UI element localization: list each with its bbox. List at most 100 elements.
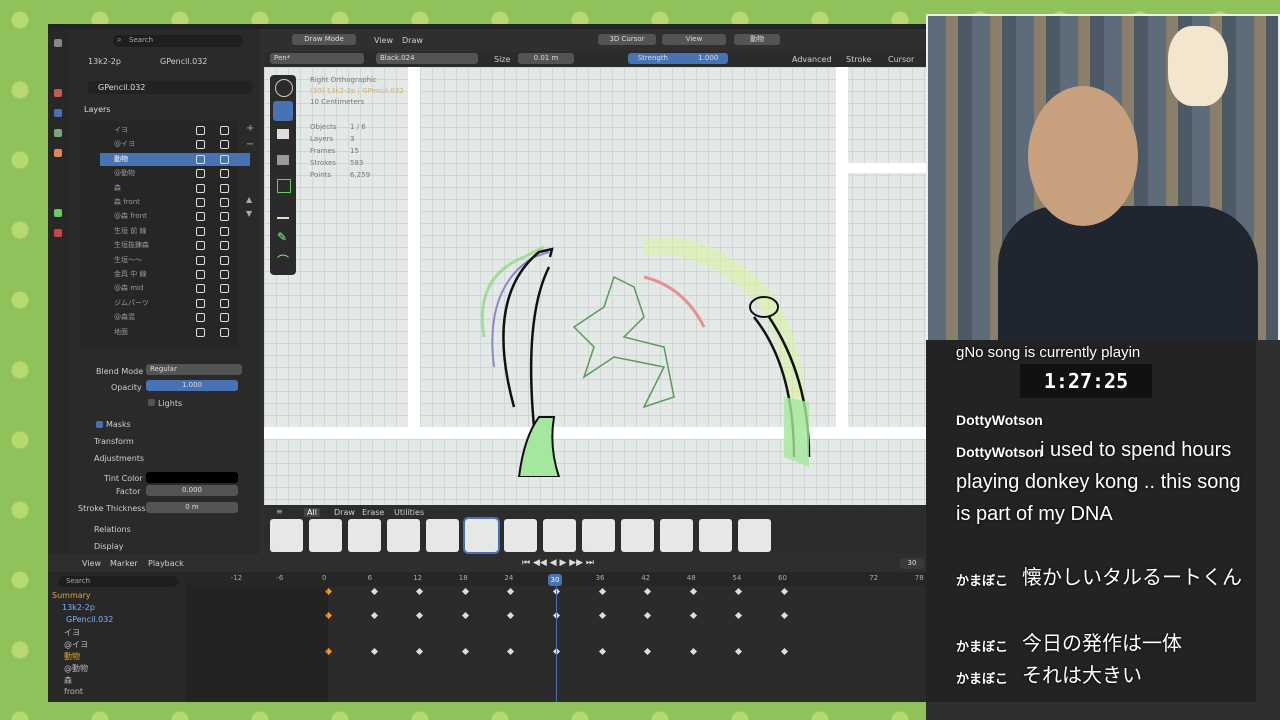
fill-tool-icon[interactable]: [277, 155, 289, 165]
lock-icon[interactable]: [220, 284, 229, 294]
layer-row[interactable]: @森 mid: [100, 282, 250, 295]
strength-slider[interactable]: Strength 1.000: [628, 53, 728, 64]
breadcrumb-object[interactable]: GPencil.032: [160, 57, 207, 66]
keyframe[interactable]: [370, 647, 378, 656]
channel-row[interactable]: イヨ: [64, 627, 80, 638]
eye-icon[interactable]: [196, 198, 205, 207]
channel-row[interactable]: GPencil.032: [66, 615, 113, 624]
draw-tool-icon[interactable]: [273, 101, 293, 121]
render-tab-icon[interactable]: [54, 89, 62, 97]
brush-preset-icon[interactable]: [738, 519, 771, 552]
move-layer-up-icon[interactable]: ▲: [246, 195, 252, 204]
keyframe[interactable]: [735, 647, 743, 656]
factor-slider[interactable]: 0.000: [146, 485, 238, 496]
keyframe[interactable]: [689, 647, 697, 656]
keyframe[interactable]: [598, 647, 606, 656]
material-dropdown[interactable]: Black.024: [376, 53, 478, 64]
eye-icon[interactable]: [196, 183, 205, 193]
mode-dropdown[interactable]: Draw Mode: [292, 34, 356, 45]
tool-tab-icon[interactable]: [54, 39, 62, 47]
timeline-view-menu[interactable]: View: [82, 559, 101, 568]
add-layer-icon[interactable]: +: [246, 124, 254, 134]
keyframe[interactable]: [598, 587, 606, 596]
masks-checkbox[interactable]: [96, 421, 103, 428]
keyframe[interactable]: [461, 647, 469, 656]
timeline-search-input[interactable]: Search: [58, 576, 178, 587]
layer-row[interactable]: 地面: [100, 326, 250, 339]
view-dropdown[interactable]: View: [662, 34, 726, 45]
lock-icon[interactable]: [220, 212, 229, 222]
brush-preset-icon[interactable]: [387, 519, 420, 552]
keyframe[interactable]: [689, 587, 697, 596]
eye-icon[interactable]: [196, 284, 205, 294]
keyframe[interactable]: [644, 587, 652, 596]
tint-tool-icon[interactable]: [277, 205, 289, 219]
channel-row[interactable]: Summary: [52, 591, 91, 600]
eye-icon[interactable]: [196, 313, 205, 323]
lock-icon[interactable]: [220, 255, 229, 265]
keyframe[interactable]: [370, 587, 378, 596]
move-layer-down-icon[interactable]: ▼: [246, 209, 252, 218]
layer-row[interactable]: 動物: [100, 152, 250, 166]
cursor-tool-icon[interactable]: [275, 79, 293, 97]
keyframe[interactable]: [598, 611, 606, 620]
lock-icon[interactable]: [220, 154, 229, 164]
brush-preset-icon[interactable]: [270, 519, 303, 552]
lock-icon[interactable]: [220, 126, 229, 135]
layer-row[interactable]: 生垣抜錬森: [100, 239, 250, 252]
lock-icon[interactable]: [220, 327, 229, 337]
lock-icon[interactable]: [220, 198, 229, 207]
relations-panel[interactable]: Relations: [94, 525, 131, 534]
keyframe-area[interactable]: [186, 586, 926, 702]
keyframe[interactable]: [416, 611, 424, 620]
playhead-frame-badge[interactable]: 30: [548, 574, 562, 586]
advanced-dropdown[interactable]: Advanced: [792, 55, 832, 64]
eye-icon[interactable]: [196, 169, 205, 179]
eyedropper-tool-icon[interactable]: ✎: [277, 231, 289, 243]
channel-row[interactable]: 動物: [64, 651, 80, 662]
eye-icon[interactable]: [196, 226, 205, 236]
3d-cursor-dropdown[interactable]: 3D Cursor: [598, 34, 656, 45]
3d-viewport[interactable]: Draw Mode View Draw 3D Cursor View 動物 Pe…: [264, 29, 926, 554]
keyframe[interactable]: [644, 647, 652, 656]
object-tab-icon[interactable]: [54, 149, 62, 157]
brush-dropdown[interactable]: Pen*: [270, 53, 364, 64]
eye-icon[interactable]: [196, 327, 205, 337]
data-tab-icon[interactable]: [54, 209, 62, 217]
keyframe[interactable]: [416, 587, 424, 596]
keyframe[interactable]: [735, 611, 743, 620]
lock-icon[interactable]: [220, 270, 229, 279]
tab-erase[interactable]: Erase: [362, 508, 384, 517]
view-menu[interactable]: View: [374, 36, 393, 45]
lock-icon[interactable]: [220, 183, 229, 193]
keyframe[interactable]: [689, 611, 697, 620]
lock-icon[interactable]: [220, 241, 229, 251]
keyframe[interactable]: [507, 611, 515, 620]
brush-preset-icon[interactable]: [504, 519, 537, 552]
layer-row[interactable]: 金具 中 線: [100, 268, 250, 281]
lock-icon[interactable]: [220, 140, 229, 150]
keyframe[interactable]: [780, 587, 789, 596]
tab-all[interactable]: All: [304, 508, 320, 517]
material-tab-icon[interactable]: [54, 229, 62, 237]
eye-icon[interactable]: [196, 270, 205, 279]
keyframe[interactable]: [461, 611, 469, 620]
scene-tab-icon[interactable]: [54, 129, 62, 137]
playhead-line[interactable]: [556, 586, 557, 702]
layer-row[interactable]: ジムパーツ: [100, 297, 250, 310]
playback-controls[interactable]: ⏮ ◀◀ ◀ ▶ ▶▶ ⏭: [522, 558, 622, 568]
layers-header[interactable]: Layers: [84, 105, 110, 114]
data-name-field[interactable]: GPencil.032: [88, 81, 252, 94]
keyframe[interactable]: [780, 647, 789, 656]
display-panel[interactable]: Display: [94, 542, 124, 551]
current-frame-field[interactable]: 30: [900, 558, 924, 569]
channel-row[interactable]: front: [64, 687, 83, 696]
search-input[interactable]: Search ⌕: [113, 35, 243, 47]
channel-row[interactable]: @動物: [64, 663, 88, 674]
eye-icon[interactable]: [196, 241, 205, 251]
keyframe[interactable]: [370, 611, 378, 620]
stroke-dropdown[interactable]: Stroke: [846, 55, 872, 64]
layer-row[interactable]: 森 front: [100, 196, 250, 209]
lock-icon[interactable]: [220, 226, 229, 236]
layer-row[interactable]: 森: [100, 182, 250, 195]
